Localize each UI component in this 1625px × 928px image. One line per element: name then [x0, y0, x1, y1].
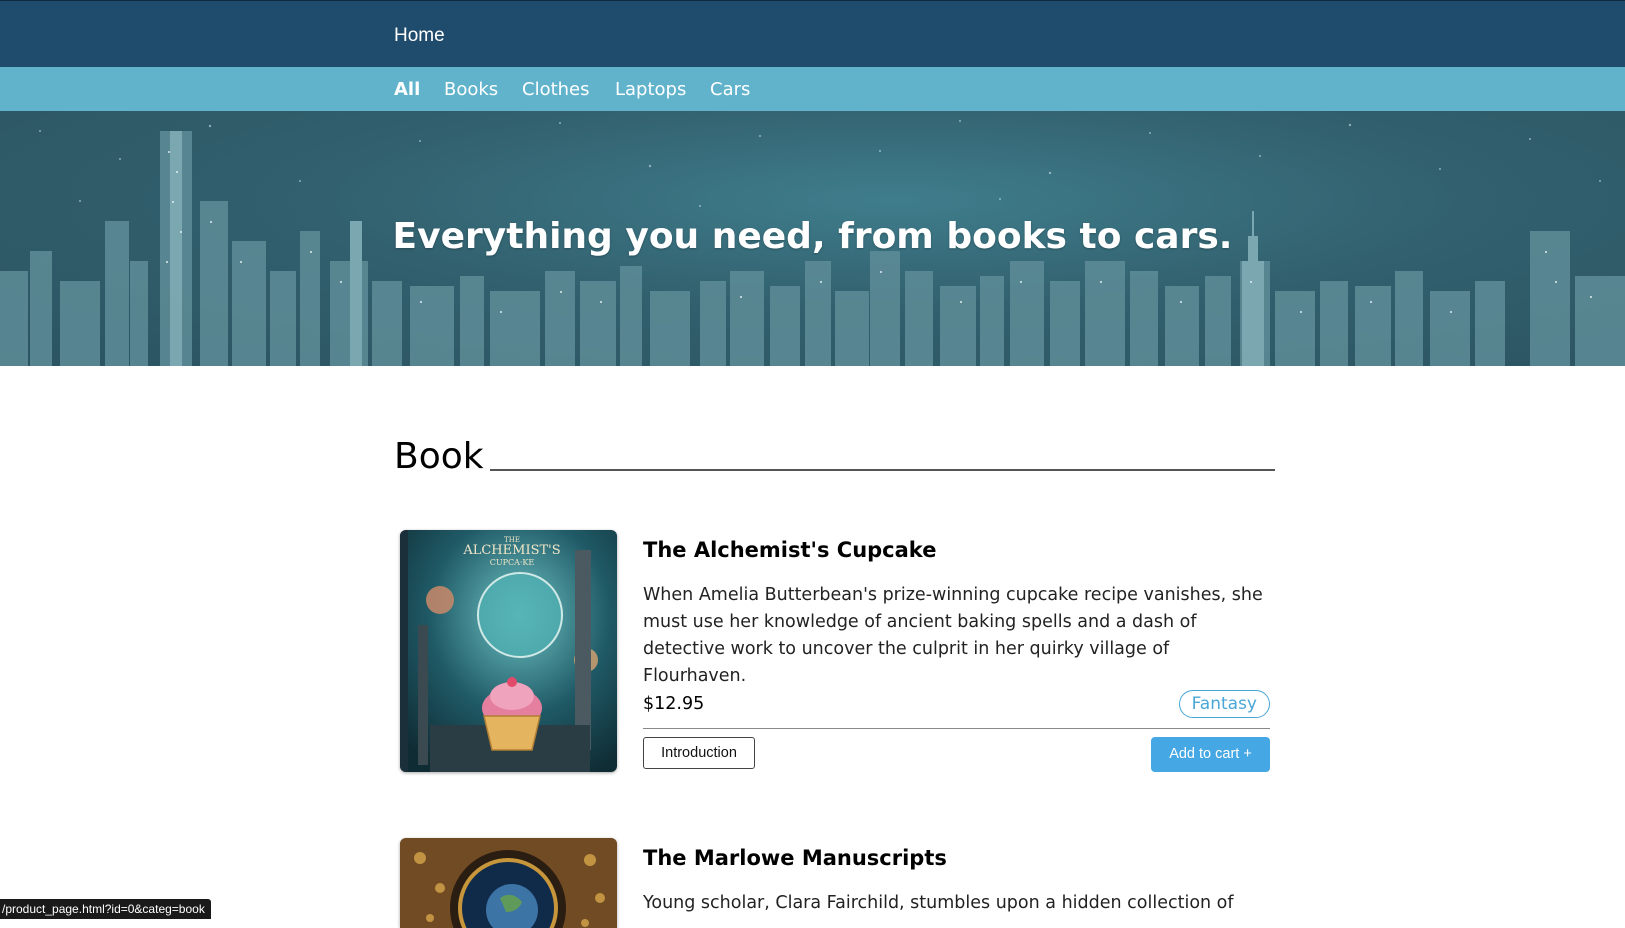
product-card: The Marlowe Manuscripts Young scholar, C… — [400, 838, 1270, 928]
add-to-cart-button[interactable]: Add to cart + — [1151, 737, 1270, 772]
cover-subtitle: CUPCA·KE — [490, 558, 535, 567]
cover-title: ALCHEMIST'S — [462, 543, 560, 558]
product-price: $12.95 — [643, 694, 705, 714]
product-divider — [643, 728, 1270, 729]
genre-tag[interactable]: Fantasy — [1178, 690, 1270, 718]
hero-title: Everything you need, from books to cars. — [392, 216, 1233, 257]
category-books[interactable]: Books — [444, 79, 498, 100]
book-cover-image[interactable]: THE ALCHEMIST'S CUPCA·KE — [400, 530, 617, 772]
category-clothes[interactable]: Clothes — [522, 79, 590, 100]
section-title: Book — [394, 436, 484, 477]
product-description: When Amelia Butterbean's prize-winning c… — [643, 585, 1263, 686]
category-bar: All Books Clothes Laptops Cars — [0, 67, 1625, 111]
product-title[interactable]: The Alchemist's Cupcake — [643, 538, 936, 562]
category-cars[interactable]: Cars — [710, 79, 750, 100]
home-link[interactable]: Home — [394, 25, 445, 47]
top-navbar: Home — [0, 0, 1625, 67]
hero-banner: Everything you need, from books to cars. — [0, 111, 1625, 366]
product-title[interactable]: The Marlowe Manuscripts — [643, 846, 947, 870]
category-all[interactable]: All — [394, 79, 420, 100]
book-cover-image[interactable] — [400, 838, 617, 928]
product-description: Young scholar, Clara Fairchild, stumbles… — [643, 893, 1234, 913]
status-url-bar: /product_page.html?id=0&categ=book — [0, 899, 211, 919]
category-laptops[interactable]: Laptops — [615, 79, 686, 100]
introduction-button[interactable]: Introduction — [643, 737, 755, 769]
product-card: THE ALCHEMIST'S CUPCA·KE The Alchemist's… — [400, 530, 1270, 775]
section-divider — [490, 469, 1275, 471]
